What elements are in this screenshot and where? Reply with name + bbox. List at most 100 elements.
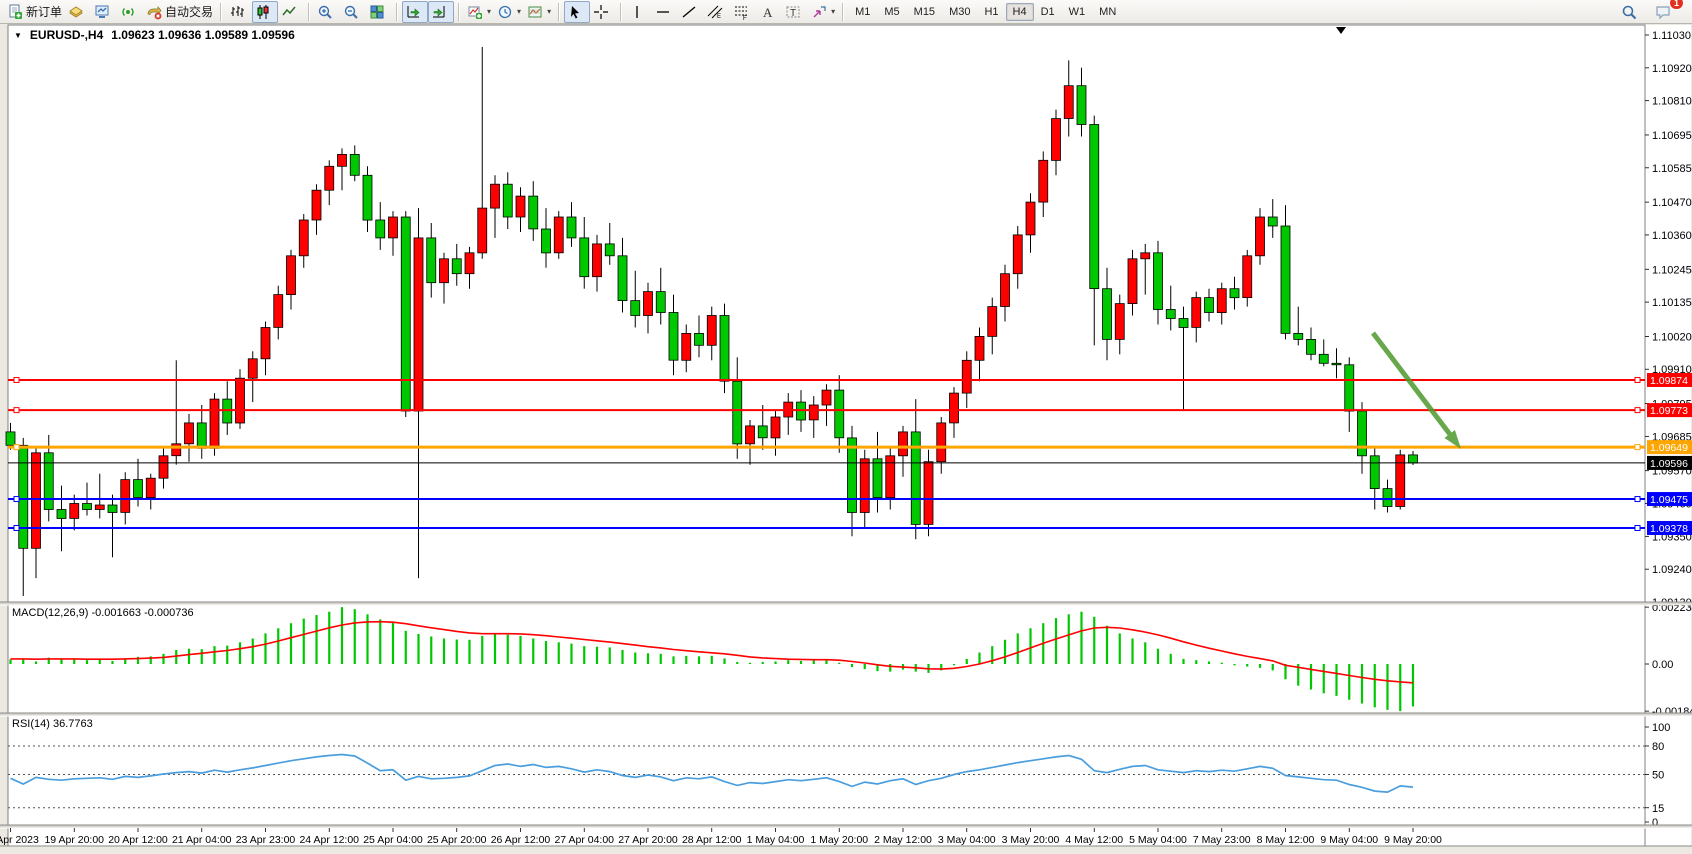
- candle-body: [975, 336, 984, 360]
- date-tick-label: 23 Apr 23:00: [236, 834, 296, 846]
- trend-line-button[interactable]: [678, 1, 704, 23]
- horizontal-line-button[interactable]: [652, 1, 678, 23]
- horizontal-line-icon: [655, 4, 671, 20]
- candle-body: [899, 432, 908, 456]
- trading-terminal: { "toolbar": { "groups": [ {"name":"trad…: [0, 0, 1692, 854]
- periods-icon: [497, 4, 513, 20]
- line-handle: [14, 525, 19, 530]
- candle-body: [669, 313, 678, 361]
- chart-symbol-period: EURUSD-,H4: [30, 28, 103, 42]
- timeframe-w1-button[interactable]: W1: [1062, 3, 1093, 21]
- arrows-button[interactable]: ▾: [808, 1, 838, 23]
- line-chart-button[interactable]: [278, 1, 304, 23]
- candle-body: [134, 480, 143, 498]
- timeframe-m5-button[interactable]: M5: [877, 3, 906, 21]
- search-button[interactable]: [1618, 1, 1644, 23]
- candle-body: [593, 244, 602, 277]
- chart-plot-area[interactable]: [8, 25, 1645, 846]
- candle-body: [567, 217, 576, 238]
- date-tick-label: 7 May 23:00: [1193, 834, 1251, 846]
- candle-body: [1154, 253, 1163, 310]
- candle-body: [1243, 256, 1252, 298]
- candle-body: [1192, 298, 1201, 328]
- candle-body: [121, 480, 130, 513]
- toolbar-separator: [220, 3, 222, 21]
- candle-body: [236, 378, 245, 423]
- candlestick-button[interactable]: [252, 1, 278, 23]
- line-handle: [14, 445, 19, 450]
- candle-body: [809, 405, 818, 420]
- date-tick-label: 9 May 04:00: [1320, 834, 1378, 846]
- crosshair-button[interactable]: [590, 1, 616, 23]
- candle-body: [503, 184, 512, 217]
- arrows-icon: [811, 4, 827, 20]
- macd-axis-label: 0.00: [1652, 659, 1673, 671]
- chat-icon: [1655, 4, 1671, 20]
- toolbar-right: 1: [1618, 1, 1688, 23]
- date-tick-label: 2 May 12:00: [874, 834, 932, 846]
- data-window-button[interactable]: [65, 1, 91, 23]
- candle-body: [287, 256, 296, 295]
- candle-body: [1052, 119, 1061, 161]
- candle-body: [873, 459, 882, 498]
- timeframe-h4-button[interactable]: H4: [1006, 3, 1034, 21]
- tile-windows-button[interactable]: [366, 1, 392, 23]
- text-label-button[interactable]: T: [782, 1, 808, 23]
- chart-shift-button[interactable]: [428, 1, 454, 23]
- date-tick-label: 27 Apr 04:00: [554, 834, 614, 846]
- new-order-button[interactable]: 新订单: [4, 1, 65, 23]
- bar-chart-button[interactable]: [226, 1, 252, 23]
- chevron-down-icon: ▾: [487, 7, 491, 16]
- candle-body: [860, 459, 869, 513]
- autotrading-button[interactable]: 自动交易: [143, 1, 216, 23]
- line-handle: [14, 497, 19, 502]
- line-handle: [1635, 445, 1640, 450]
- auto-scroll-button[interactable]: [402, 1, 428, 23]
- timeframe-m1-button[interactable]: M1: [848, 3, 877, 21]
- candle-body: [491, 184, 500, 208]
- candle-body: [350, 154, 359, 175]
- candle-body: [644, 292, 653, 316]
- cursor-button[interactable]: [564, 1, 590, 23]
- candle-body: [631, 301, 640, 316]
- chart-canvas[interactable]: 1.110301.109201.108101.106951.105851.104…: [0, 24, 1692, 854]
- periods-button[interactable]: ▾: [494, 1, 524, 23]
- candle-body: [1230, 289, 1239, 298]
- channel-button[interactable]: E: [704, 1, 730, 23]
- templates-button[interactable]: ▾: [524, 1, 554, 23]
- signals-button[interactable]: [117, 1, 143, 23]
- timeframe-d1-button[interactable]: D1: [1034, 3, 1062, 21]
- timeframe-mn-button[interactable]: MN: [1092, 3, 1123, 21]
- candle-body: [682, 333, 691, 360]
- fibonacci-button[interactable]: F: [730, 1, 756, 23]
- chevron-down-icon: ▾: [547, 7, 551, 16]
- candle-body: [1281, 226, 1290, 333]
- cursor-icon: [567, 4, 583, 20]
- candle-body: [707, 316, 716, 346]
- chart-shift-icon: [431, 4, 447, 20]
- candle-body: [1319, 354, 1328, 363]
- svg-text:T: T: [790, 8, 796, 19]
- candle-body: [1001, 274, 1010, 307]
- candle-body: [516, 196, 525, 217]
- timeframe-m30-button[interactable]: M30: [942, 3, 977, 21]
- chart-menu-icon[interactable]: ▼: [14, 31, 22, 40]
- candle-body: [146, 478, 155, 497]
- indicators-button[interactable]: ▾: [464, 1, 494, 23]
- timeframe-m15-button[interactable]: M15: [907, 3, 942, 21]
- candle-body: [1013, 235, 1022, 274]
- zoom-out-button[interactable]: [340, 1, 366, 23]
- line-price-tag-label: 1.09773: [1650, 405, 1688, 417]
- timeframe-h1-button[interactable]: H1: [977, 3, 1005, 21]
- candle-body: [835, 390, 844, 438]
- text-button[interactable]: A: [756, 1, 782, 23]
- vertical-line-button[interactable]: [626, 1, 652, 23]
- autotrading-icon: [146, 4, 162, 20]
- chat-button[interactable]: 1: [1652, 1, 1678, 23]
- candle-body: [771, 417, 780, 438]
- date-tick-label: 27 Apr 20:00: [618, 834, 678, 846]
- line-chart-icon: [281, 4, 297, 20]
- date-tick-label: 1 May 20:00: [810, 834, 868, 846]
- metaeditor-button[interactable]: [91, 1, 117, 23]
- zoom-in-button[interactable]: [314, 1, 340, 23]
